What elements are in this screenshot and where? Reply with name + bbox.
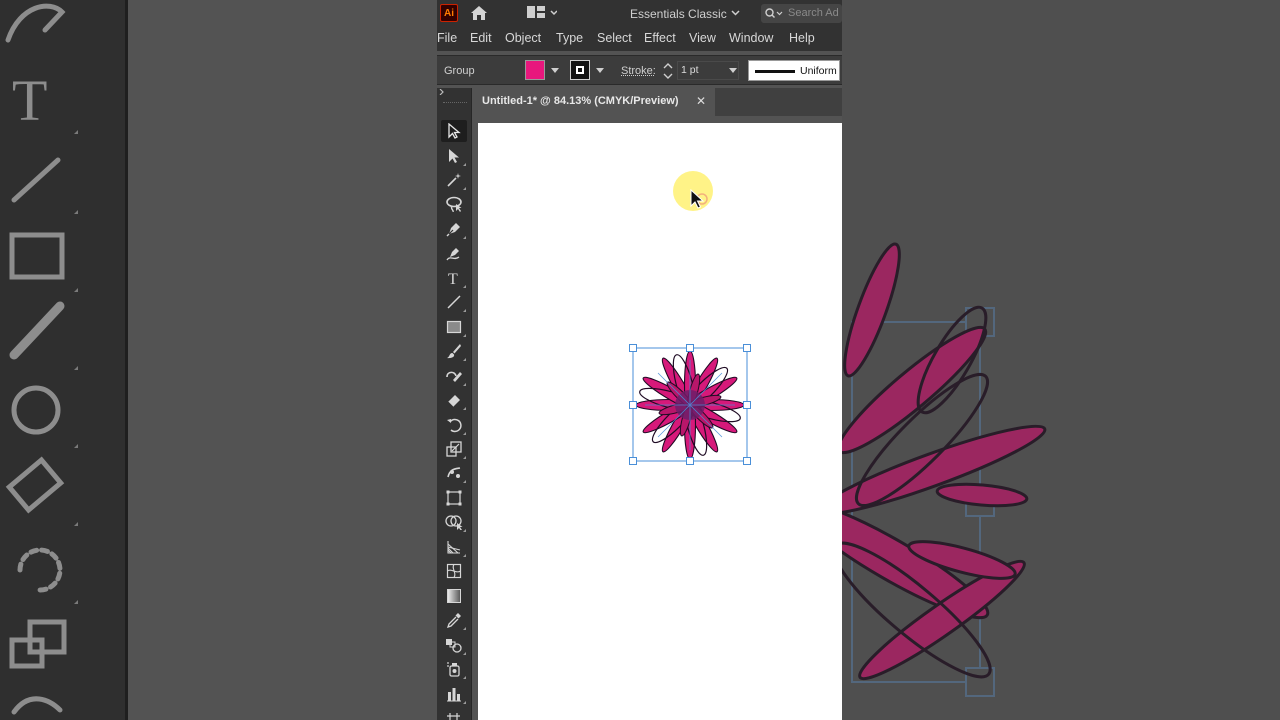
selected-artwork-group[interactable] (618, 333, 763, 478)
stroke-dropdown-icon[interactable] (596, 68, 604, 73)
rail-edge (125, 0, 128, 720)
stroke-weight-field[interactable]: 1 pt (677, 61, 739, 80)
blurred-background-right (842, 0, 1280, 720)
artboard[interactable] (478, 123, 842, 720)
scale-tool-icon[interactable] (441, 438, 467, 460)
flower-artwork (635, 350, 745, 460)
perspective-grid-tool-icon[interactable] (441, 536, 467, 558)
chevron-down-icon (731, 10, 740, 16)
document-tab[interactable]: Untitled-1* @ 84.13% (CMYK/Preview) ✕ (472, 88, 715, 116)
profile-label: Uniform (800, 65, 837, 77)
enlarged-toolbar-rail: T (0, 0, 125, 720)
variable-width-profile[interactable]: Uniform (748, 60, 840, 81)
toolbar-grip[interactable] (443, 102, 467, 104)
svg-text:T: T (12, 68, 47, 133)
free-transform-tool-icon[interactable] (441, 487, 467, 509)
artboard-tool-icon[interactable] (441, 707, 467, 720)
menu-object[interactable]: Object (505, 31, 541, 45)
stroke-weight-value: 1 pt (681, 64, 699, 76)
expand-toolbar-icon[interactable] (439, 89, 445, 95)
stroke-label[interactable]: Stroke: (621, 65, 656, 77)
home-icon[interactable] (470, 5, 488, 21)
zoomed-artwork (842, 0, 1280, 720)
search-field[interactable]: Search Ad (761, 4, 842, 23)
document-tab-title: Untitled-1* @ 84.13% (CMYK/Preview) (482, 95, 679, 107)
selection-type-label: Group (444, 65, 475, 77)
svg-text:T: T (448, 271, 458, 286)
rotate-tool-icon[interactable] (441, 414, 467, 436)
arrange-documents-icon[interactable] (527, 6, 558, 20)
screen: T Ai Essentials Classic Search Ad File E… (0, 0, 1280, 720)
lasso-tool-icon[interactable] (441, 193, 467, 215)
menu-bar: File Edit Object Type Select Effect View… (437, 27, 842, 51)
stroke-weight-stepper-icon[interactable] (663, 61, 673, 81)
rectangle-tool-icon[interactable] (441, 316, 467, 338)
gradient-tool-icon[interactable] (441, 585, 467, 607)
control-bar: Group Stroke: 1 pt Uniform (437, 55, 842, 85)
tools-panel: T (437, 88, 472, 720)
magic-wand-tool-icon[interactable] (441, 169, 467, 191)
menu-type[interactable]: Type (556, 31, 583, 45)
blend-tool-icon[interactable] (441, 634, 467, 656)
stroke-swatch-inner-icon (576, 66, 584, 74)
stroke-swatch[interactable] (570, 60, 590, 80)
search-icon (765, 8, 783, 18)
menu-effect[interactable]: Effect (644, 31, 676, 45)
menu-edit[interactable]: Edit (470, 31, 492, 45)
eyedropper-tool-icon[interactable] (441, 609, 467, 631)
puppet-warp-tool-icon[interactable] (441, 462, 467, 484)
fill-dropdown-icon[interactable] (551, 68, 559, 73)
app-logo: Ai (440, 4, 458, 22)
profile-line-icon (755, 70, 795, 73)
menu-window[interactable]: Window (729, 31, 773, 45)
illustrator-window: Ai Essentials Classic Search Ad File Edi… (437, 0, 842, 720)
workspace-label: Essentials Classic (630, 7, 727, 21)
column-graph-tool-icon[interactable] (441, 683, 467, 705)
selection-tool-icon[interactable] (441, 120, 467, 142)
shaper-tool-icon[interactable] (441, 365, 467, 387)
workspace-switcher[interactable]: Essentials Classic (630, 5, 742, 23)
paintbrush-tool-icon[interactable] (441, 340, 467, 362)
blurred-background-left: T (0, 0, 437, 720)
mesh-tool-icon[interactable] (441, 560, 467, 582)
fill-swatch[interactable] (525, 60, 545, 80)
enlarged-tool-icons: T (5, 3, 78, 715)
menu-select[interactable]: Select (597, 31, 632, 45)
line-segment-tool-icon[interactable] (441, 291, 467, 313)
mouse-cursor-icon (690, 189, 708, 209)
document-tab-bar: Untitled-1* @ 84.13% (CMYK/Preview) ✕ (472, 88, 842, 116)
eraser-tool-icon[interactable] (441, 389, 467, 411)
type-tool-icon[interactable]: T (441, 267, 467, 289)
menu-view[interactable]: View (689, 31, 716, 45)
curvature-tool-icon[interactable] (441, 242, 467, 264)
symbol-sprayer-tool-icon[interactable] (441, 658, 467, 680)
canvas-area[interactable] (472, 116, 842, 720)
app-logo-text: Ai (444, 7, 454, 19)
application-bar: Ai Essentials Classic Search Ad (437, 0, 842, 27)
shape-builder-tool-icon[interactable] (441, 511, 467, 533)
close-icon[interactable]: ✕ (696, 94, 706, 108)
fill-color (526, 61, 544, 79)
menu-file[interactable]: File (437, 31, 457, 45)
stroke-weight-dropdown-icon[interactable] (729, 68, 737, 73)
direct-selection-tool-icon[interactable] (441, 145, 467, 167)
menu-help[interactable]: Help (789, 31, 815, 45)
pen-tool-icon[interactable] (441, 218, 467, 240)
search-placeholder: Search Ad (788, 7, 839, 19)
